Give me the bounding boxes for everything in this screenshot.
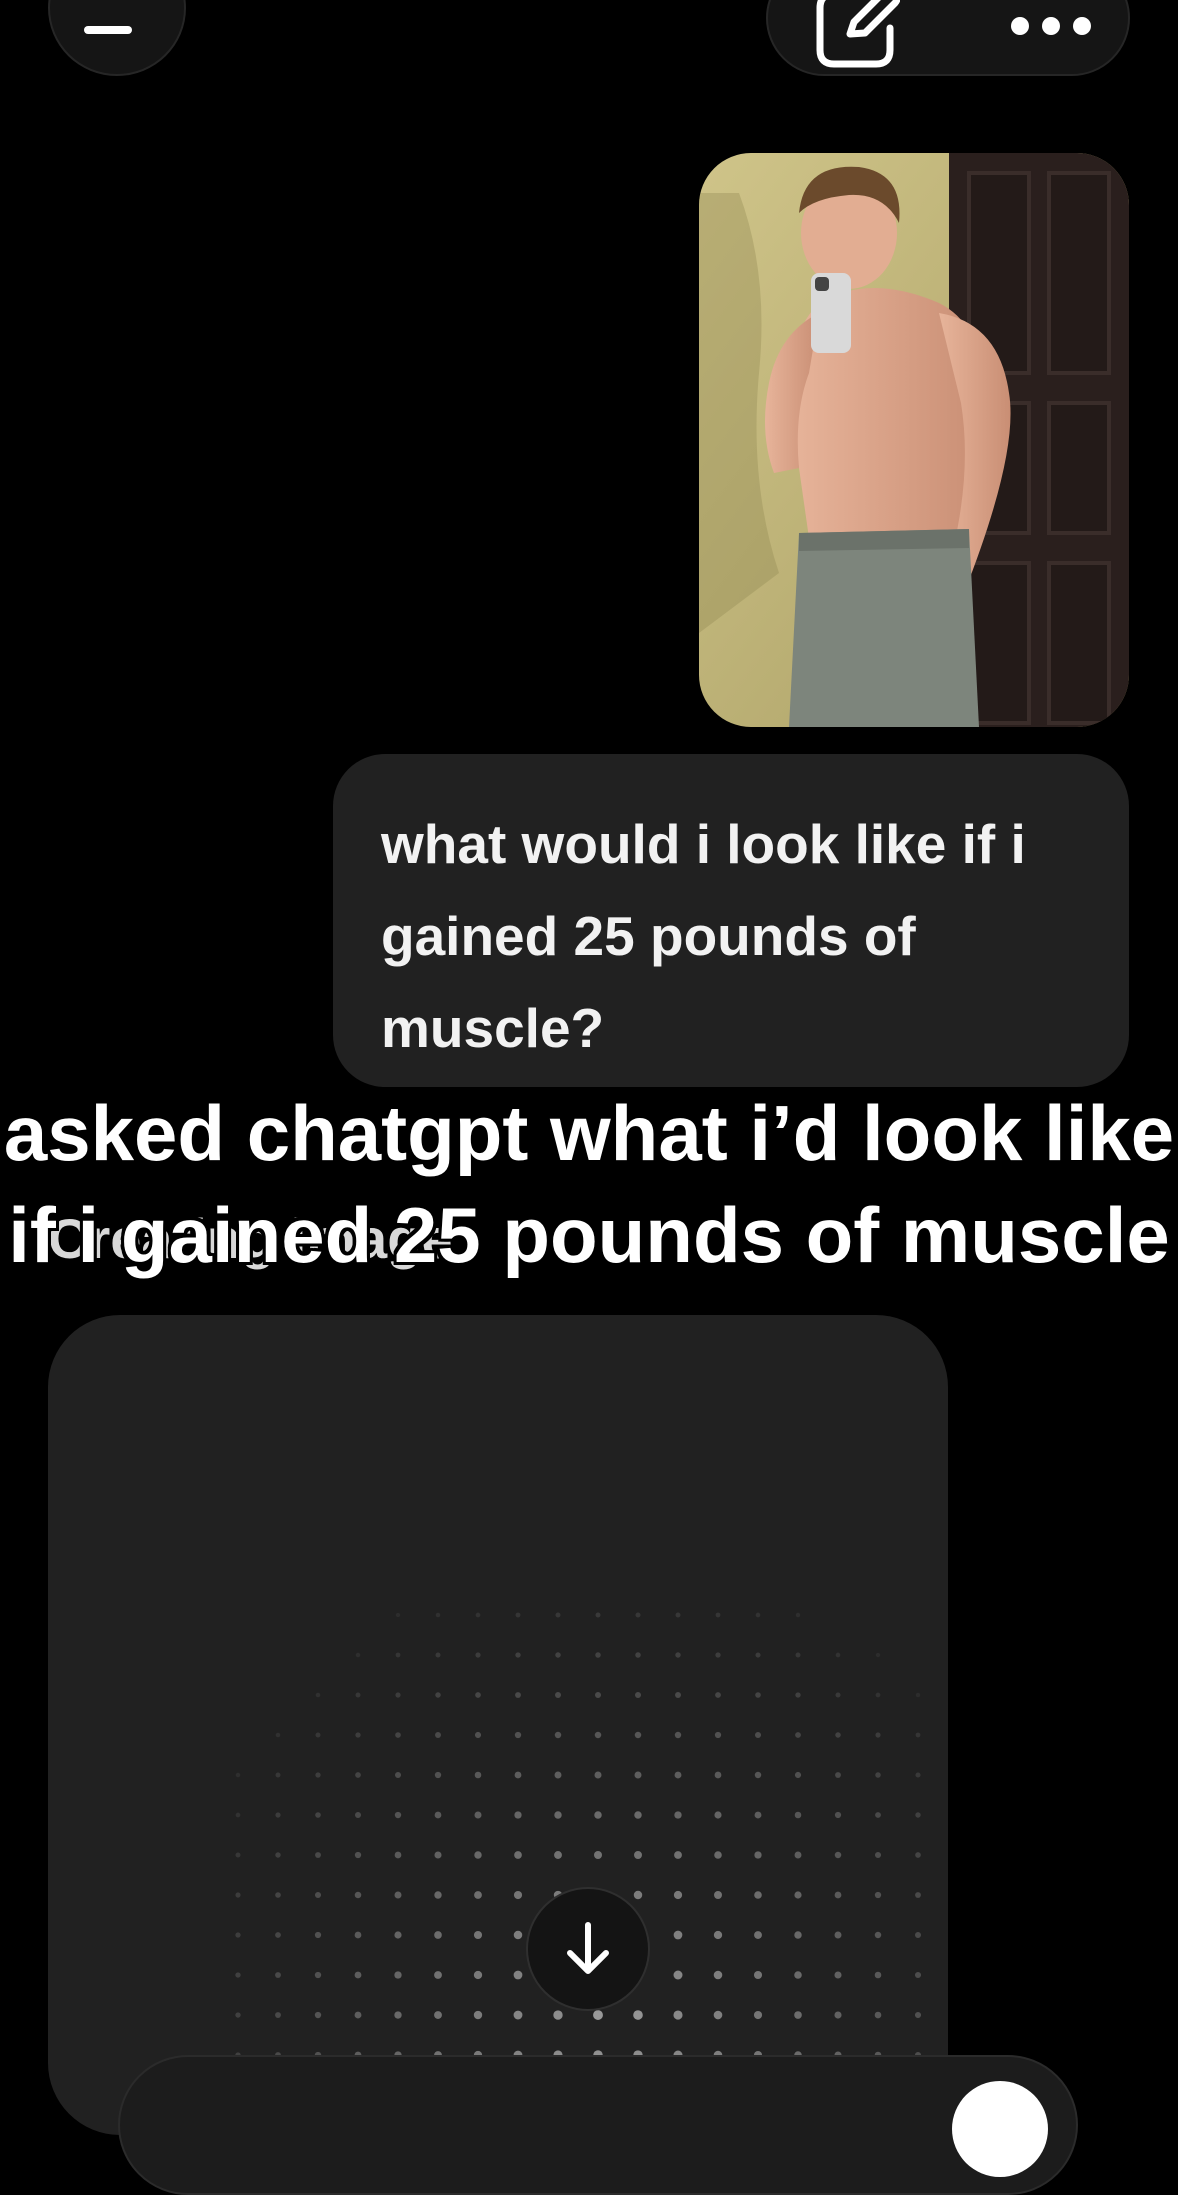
more-dots-icon[interactable] — [1008, 12, 1094, 40]
generated-image-placeholder — [48, 1315, 948, 2135]
user-message-bubble: what would i look like if i gained 25 po… — [333, 754, 1129, 1087]
menu-icon-line — [84, 26, 132, 34]
arrow-down-icon — [567, 1922, 609, 1974]
message-composer[interactable] — [118, 2055, 1078, 2195]
compose-icon[interactable] — [810, 0, 901, 74]
user-message-text: what would i look like if i gained 25 po… — [381, 813, 1026, 1059]
user-photo-attachment[interactable] — [699, 153, 1129, 727]
scroll-down-button[interactable] — [526, 1887, 650, 2011]
menu-button[interactable] — [48, 0, 186, 76]
header-actions — [766, 0, 1130, 76]
send-button[interactable] — [952, 2081, 1048, 2177]
video-caption-overlay: asked chatgpt what i’d look like if i ga… — [3, 1089, 1175, 1279]
loading-dots-pattern — [235, 1612, 922, 2135]
